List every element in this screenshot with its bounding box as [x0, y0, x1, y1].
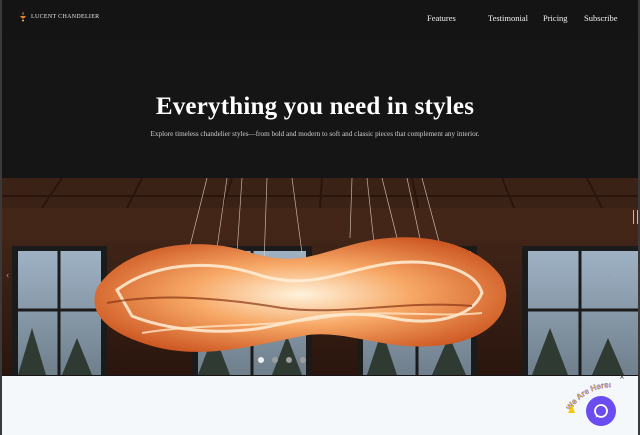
- scroll-handle[interactable]: [633, 210, 638, 224]
- chat-launcher-button[interactable]: [586, 396, 616, 426]
- chandelier-logo-icon: [20, 12, 26, 22]
- nav-link-testimonial[interactable]: Testimonial: [488, 13, 528, 23]
- carousel-pagination: [258, 357, 306, 363]
- hero-subtitle: Explore timeless chandelier styles—from …: [150, 130, 480, 138]
- chat-close-icon[interactable]: ×: [619, 373, 625, 381]
- hero-title: Everything you need in styles: [155, 93, 475, 120]
- carousel-dot[interactable]: [300, 357, 306, 363]
- carousel-dot[interactable]: [272, 357, 278, 363]
- chat-bubble-icon: [594, 404, 608, 418]
- top-navigation-bar: LUCENT CHANDELIER Features Testimonial P…: [2, 0, 638, 38]
- nav-link-features[interactable]: Features: [427, 13, 456, 23]
- carousel-dot[interactable]: [258, 357, 264, 363]
- carousel-prev-arrow-icon[interactable]: ‹: [6, 270, 9, 281]
- brand-logo[interactable]: LUCENT CHANDELIER: [19, 12, 99, 22]
- product-image-carousel[interactable]: [2, 178, 638, 375]
- next-section-panel: [2, 376, 638, 435]
- carousel-next-arrow-icon[interactable]: ›: [608, 270, 611, 281]
- nav-link-subscribe[interactable]: Subscribe: [584, 13, 618, 23]
- chandelier-product-image: [2, 178, 638, 375]
- nav-link-pricing[interactable]: Pricing: [543, 13, 568, 23]
- brand-name: LUCENT CHANDELIER: [31, 14, 100, 20]
- carousel-dot[interactable]: [286, 357, 292, 363]
